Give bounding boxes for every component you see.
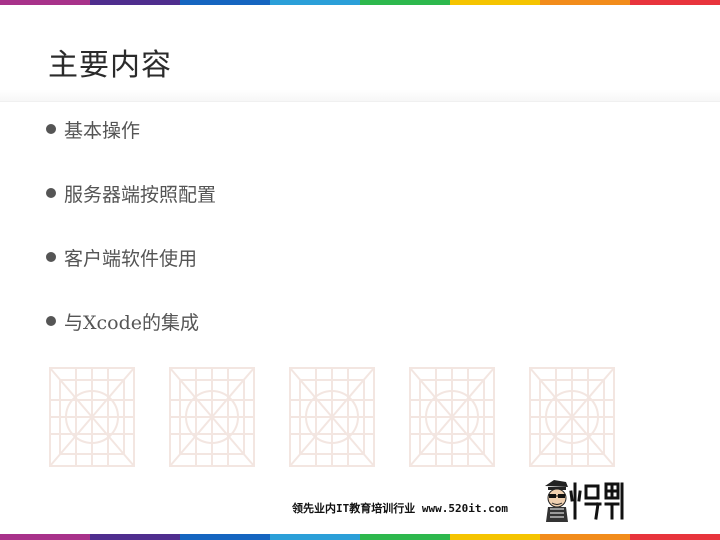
bullet-text: 服务器端按照配置 bbox=[64, 183, 217, 206]
watermark-grid-icons bbox=[46, 362, 646, 474]
bottom-color-stripe bbox=[0, 534, 720, 540]
mascot-logo-icon bbox=[545, 480, 624, 522]
footer-slogan: 领先业内IT教育培训行业 www.520it.com bbox=[292, 502, 508, 515]
grid-watermark-icon bbox=[409, 367, 495, 467]
slide: 主要内容 基本操作 服务器端按照配置 客户端软件使用 与Xcode的集成 领先业… bbox=[0, 0, 720, 540]
bullet-item: 客户端软件使用 bbox=[46, 243, 216, 271]
bullet-item: 服务器端按照配置 bbox=[46, 179, 216, 207]
bullet-dot-icon bbox=[46, 316, 56, 326]
grid-watermark-icon bbox=[289, 367, 375, 467]
bullet-text: 客户端软件使用 bbox=[64, 247, 198, 270]
bullet-dot-icon bbox=[46, 188, 56, 198]
bullet-dot-icon bbox=[46, 124, 56, 134]
bullet-item: 基本操作 bbox=[46, 115, 216, 143]
stripe-segment bbox=[540, 534, 630, 540]
stripe-segment bbox=[270, 534, 360, 540]
bullet-text: 基本操作 bbox=[64, 119, 141, 142]
bullet-item: 与Xcode的集成 bbox=[46, 307, 216, 335]
grid-watermark-icon bbox=[169, 367, 255, 467]
stripe-segment bbox=[450, 534, 540, 540]
stripe-segment bbox=[180, 534, 270, 540]
bullet-list: 基本操作 服务器端按照配置 客户端软件使用 与Xcode的集成 bbox=[46, 115, 216, 371]
stripe-segment bbox=[630, 534, 720, 540]
stripe-segment bbox=[90, 534, 180, 540]
stripe-segment bbox=[0, 534, 90, 540]
stripe-segment bbox=[360, 534, 450, 540]
slide-title: 主要内容 bbox=[48, 48, 172, 83]
grid-watermark-icon bbox=[49, 367, 135, 467]
bullet-text: 与Xcode的集成 bbox=[64, 311, 200, 334]
bullet-dot-icon bbox=[46, 252, 56, 262]
grid-watermark-icon bbox=[529, 367, 615, 467]
